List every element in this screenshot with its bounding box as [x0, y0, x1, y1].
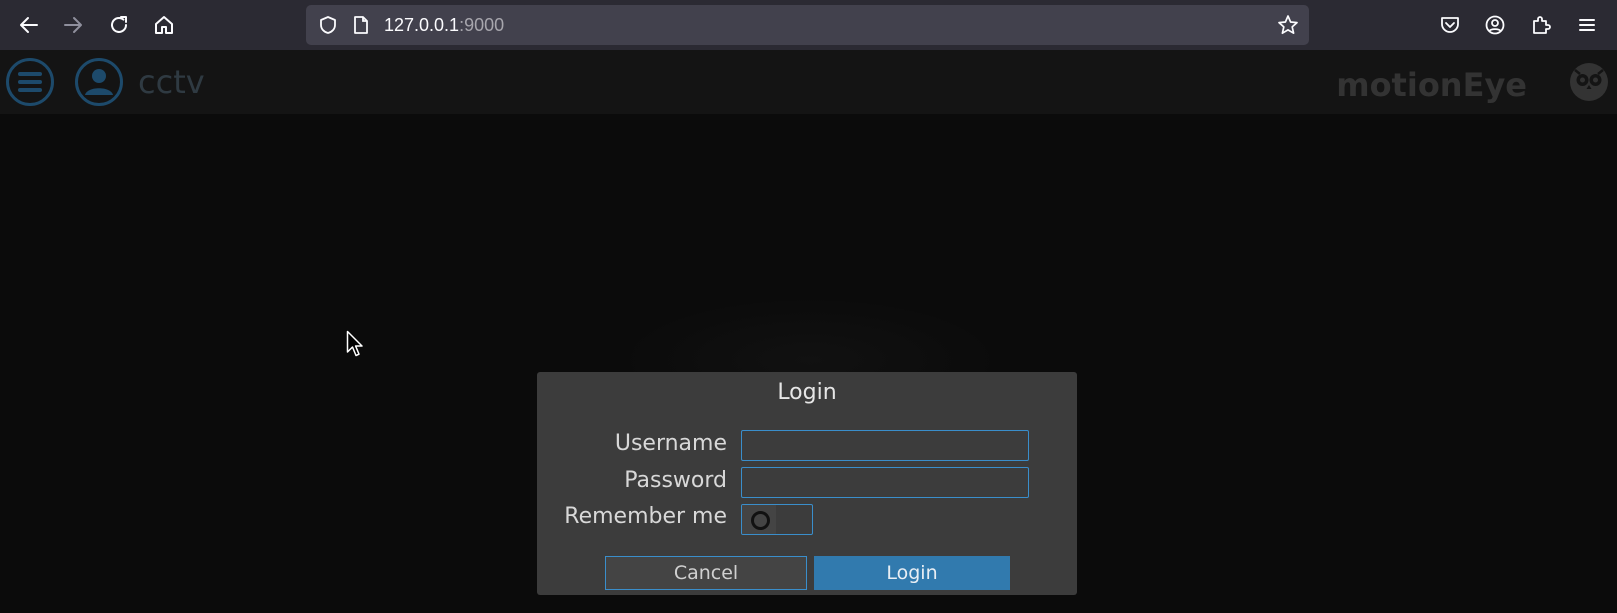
browser-menu-button[interactable]	[1571, 9, 1603, 41]
main-menu-button[interactable]	[5, 57, 55, 107]
forward-button[interactable]	[57, 9, 89, 41]
password-input[interactable]	[741, 467, 1029, 498]
arrow-right-icon	[64, 17, 82, 33]
puzzle-icon	[1533, 16, 1551, 34]
brand-logo	[1570, 63, 1608, 101]
toggle-knob	[742, 505, 776, 534]
login-button[interactable]: Login	[814, 556, 1010, 590]
reload-button[interactable]	[103, 9, 135, 41]
back-button[interactable]	[13, 9, 45, 41]
account-icon	[1485, 15, 1505, 35]
url-port: :9000	[459, 15, 505, 35]
shield-icon[interactable]	[318, 15, 338, 35]
user-button[interactable]	[74, 57, 124, 107]
page-title: cctv	[138, 63, 205, 101]
user-icon	[75, 58, 123, 106]
username-label: Username	[614, 431, 727, 456]
home-button[interactable]	[148, 9, 180, 41]
star-icon[interactable]	[1277, 14, 1299, 36]
arrow-left-icon	[20, 17, 38, 33]
pocket-icon	[1441, 17, 1459, 33]
account-button[interactable]	[1479, 9, 1511, 41]
mouse-cursor-icon	[346, 330, 363, 357]
hamburger-menu-icon	[1579, 19, 1595, 31]
cancel-button[interactable]: Cancel	[605, 556, 807, 590]
pocket-button[interactable]	[1434, 9, 1466, 41]
browser-toolbar: 127.0.0.1:9000	[0, 0, 1617, 50]
dialog-title: Login	[777, 380, 837, 405]
hamburger-menu-icon	[6, 58, 54, 106]
page-icon[interactable]	[352, 15, 370, 35]
username-input[interactable]	[741, 430, 1029, 461]
home-icon	[155, 16, 173, 34]
remember-me-toggle[interactable]	[741, 504, 813, 535]
url-bar[interactable]: 127.0.0.1:9000	[306, 5, 1309, 45]
toggle-off-icon	[751, 511, 770, 530]
brand-name: motionEye	[1336, 66, 1527, 104]
app-header: cctv motionEye	[0, 50, 1617, 114]
login-dialog: Login Username Password Remember me Canc…	[537, 372, 1077, 595]
reload-icon	[111, 16, 127, 33]
extensions-button[interactable]	[1525, 9, 1557, 41]
owl-logo-icon	[1570, 63, 1608, 101]
remember-me-label: Remember me	[564, 504, 727, 529]
url-text[interactable]: 127.0.0.1:9000	[384, 5, 504, 45]
url-host: 127.0.0.1	[384, 15, 460, 35]
password-label: Password	[624, 468, 727, 493]
